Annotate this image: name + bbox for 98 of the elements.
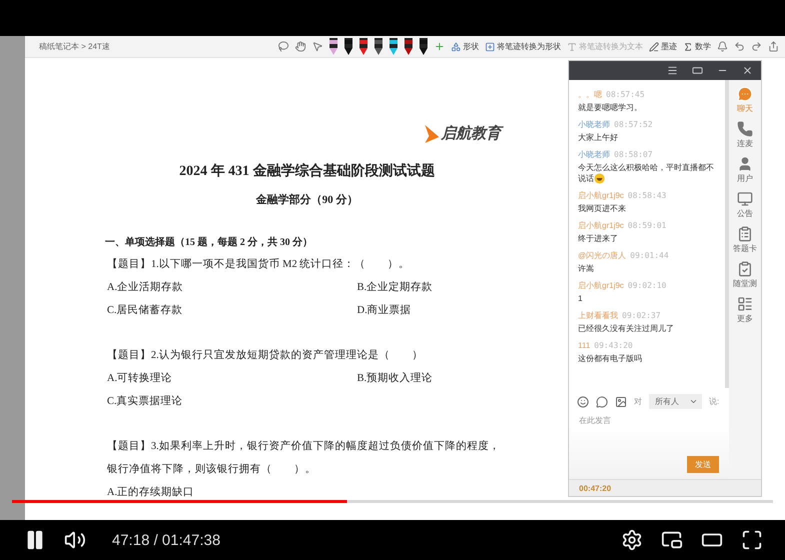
sidebar-tab[interactable]: 答题卡 [733,226,757,254]
logo-text: 启航教育 [441,124,501,143]
toolbar-button[interactable]: 将笔迹转换为形状 [485,41,561,52]
message-time: 08:58:43 [628,191,666,200]
message-text: 许嵩 [578,263,595,274]
sender-name: 启小航gr1j9c [578,221,624,230]
speech-bubble-icon[interactable] [596,396,608,408]
pen-icon[interactable] [404,38,413,56]
fullscreen-button[interactable] [741,529,763,551]
restore-icon[interactable] [692,65,703,76]
sender-name: 111 [578,341,590,350]
text-icon [567,42,577,52]
sigma-icon [683,42,693,52]
pen-icon[interactable] [359,38,368,56]
question-text: 【题目】2.认为银行只宜发放短期贷款的资产管理理论是（ ） [107,348,424,363]
message-time: 08:57:52 [614,120,653,129]
message-time: 09:43:20 [594,341,633,350]
sidebar-tab[interactable]: 用户 [737,156,753,184]
settings-button[interactable] [621,529,643,551]
pen-icon[interactable] [374,38,383,56]
document-subtitle: 金融学部分（90 分） [254,192,359,207]
redo-icon[interactable] [751,41,762,52]
clipboard-icon [737,261,753,277]
hand-icon[interactable] [295,41,306,52]
add-icon[interactable] [434,41,445,52]
message-time: 08:57:45 [606,90,645,99]
answer-option: C.真实票据理论 [107,390,357,413]
bell-icon[interactable] [717,41,728,52]
chevron-down-icon [689,397,698,406]
pen-icon[interactable] [344,38,353,56]
message-text: 今天怎么这么积极哈哈，平时直播都不说话 [578,162,715,184]
board-icon [737,191,753,207]
section-heading: 一、单项选择题（15 题，每题 2 分，共 30 分） [105,236,314,249]
pointer-icon[interactable] [312,41,323,52]
question-text: 【题目】3.如果利率上升时，银行资产价值下降的幅度超过负债价值下降的程度，银行净值将下降，则该银行拥有（ ）。 [107,439,501,477]
answer-option: B.企业定期存款 [357,276,507,299]
sender-name: 启小航gr1j9c [578,281,624,290]
sender-name: 小晓老师 [578,120,610,129]
toolbar-button[interactable]: 形状 [451,41,479,52]
smiley-icon[interactable] [577,396,589,408]
chat-bubble-icon [737,86,753,102]
shape-convert-icon [485,42,495,52]
session-timer: 00:47:20 [579,484,612,492]
sender-name: 启小航gr1j9c [578,191,624,200]
toolbar-button[interactable]: 墨迹 [649,41,677,52]
say-label: 说: [709,396,720,407]
answer-option: A.企业活期存款 [107,276,357,299]
answer-option: D.商业票据 [357,299,507,322]
shapes-icon [451,42,461,52]
pen-icon[interactable] [389,38,398,56]
image-icon[interactable] [615,396,627,408]
message-text: 终于进来了 [578,233,619,244]
message-text: 就是要嗯嗯学习。 [578,102,643,113]
logo-icon [423,124,439,142]
message-text: 这份都有电子版吗 [578,353,643,364]
sidebar-tab[interactable]: 更多 [737,296,753,324]
sidebar-tab[interactable]: 随堂测 [733,261,757,289]
sidebar-tab[interactable]: 连麦 [737,121,753,149]
sender-name: 上财看看我 [578,311,618,320]
menu-icon[interactable] [667,65,678,76]
answer-option: A.正的存续期缺口 [107,481,357,504]
time-display: 47:18 / 01:47:38 [112,532,220,548]
sender-name: 。。嗯 [578,90,602,99]
message-text: 1 [578,293,584,304]
progress-track[interactable] [12,500,773,503]
list-icon [737,296,753,312]
message-text: 已经很久没有关注过周儿了 [578,323,675,334]
message-time: 08:59:01 [628,221,666,230]
message-text: 我网页进不来 [578,203,627,214]
pen-icon[interactable] [419,38,428,56]
answer-option: B.预期收入理论 [357,367,507,390]
clipboard-icon [737,226,753,242]
toolbar-button[interactable]: 数学 [683,41,711,52]
sidebar-tab[interactable]: 公告 [737,191,753,219]
breadcrumb: 稿纸笔记本 > 24T速 [39,41,110,52]
sender-name: 小晓老师 [578,150,610,159]
answer-option: C.居民储蓄存款 [107,299,357,322]
undo-icon[interactable] [734,41,745,52]
pen-icon [649,42,659,52]
message-time: 08:58:07 [614,150,653,159]
sender-name: @闪光の唐人 [578,251,626,260]
user-icon [737,156,753,172]
close-icon[interactable] [742,65,753,76]
miniplayer-button[interactable] [661,529,683,551]
question-text: 【题目】1.以下哪一项不是我国货币 M2 统计口径：（ ）。 [107,257,411,272]
message-time: 09:02:10 [628,281,666,290]
message-time: 09:02:37 [622,311,661,320]
lasso-icon[interactable] [278,41,289,52]
recipient-select[interactable]: 所有人 [649,394,702,409]
message-time: 09:01:44 [630,251,669,260]
share-icon[interactable] [768,41,779,52]
answer-option: A.可转换理论 [107,367,357,390]
to-label: 对 [634,396,642,407]
volume-button[interactable] [64,529,86,551]
document-title: 2024 年 431 金融学综合基础阶段测试试题 [178,162,436,180]
phone-icon [737,121,753,137]
pen-icon[interactable] [329,38,338,56]
message-text: 大家上午好 [578,132,619,143]
